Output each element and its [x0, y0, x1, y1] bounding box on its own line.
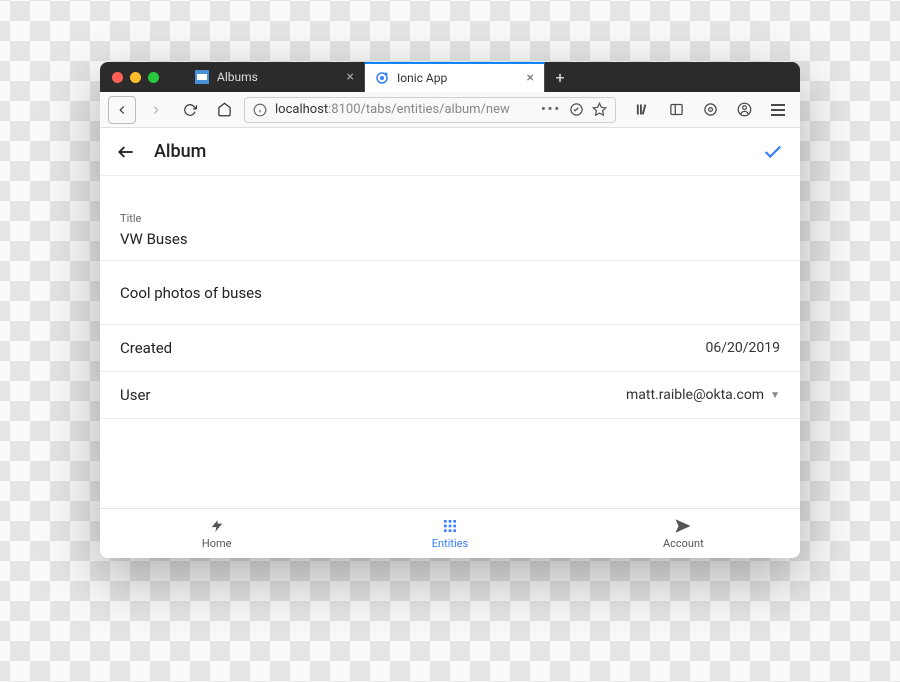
browser-tab-label: Ionic App: [397, 71, 447, 85]
browser-toolbar: localhost:8100/tabs/entities/album/new •…: [100, 92, 800, 128]
tab-label: Home: [202, 537, 232, 550]
flash-icon: [210, 517, 224, 535]
url-bar[interactable]: localhost:8100/tabs/entities/album/new •…: [244, 97, 616, 123]
back-button[interactable]: [108, 96, 136, 124]
apps-icon: [442, 517, 458, 535]
albums-favicon-icon: [195, 70, 209, 84]
user-select-value[interactable]: matt.raible@okta.com: [626, 387, 764, 403]
reload-button[interactable]: [176, 96, 204, 124]
save-button[interactable]: [762, 141, 784, 163]
new-tab-button[interactable]: +: [545, 62, 575, 92]
user-field[interactable]: User matt.raible@okta.com ▼: [100, 372, 800, 419]
browser-tab-label: Albums: [217, 70, 258, 84]
created-value[interactable]: 06/20/2019: [706, 340, 781, 356]
description-field[interactable]: Cool photos of buses: [100, 261, 800, 325]
tab-account[interactable]: Account: [567, 509, 800, 558]
tab-entities[interactable]: Entities: [333, 509, 566, 558]
home-button[interactable]: [210, 96, 238, 124]
url-text: localhost:8100/tabs/entities/album/new: [275, 102, 510, 117]
chevron-down-icon: ▼: [770, 390, 780, 401]
window-minimize-button[interactable]: [130, 72, 141, 83]
title-field[interactable]: Title VW Buses: [100, 202, 800, 261]
window-close-button[interactable]: [112, 72, 123, 83]
info-icon[interactable]: [253, 103, 267, 117]
bottom-tab-bar: Home Entities Account: [100, 508, 800, 558]
description-input[interactable]: Cool photos of buses: [120, 284, 262, 302]
extension-icon[interactable]: [696, 96, 724, 124]
close-icon[interactable]: ×: [347, 69, 354, 85]
browser-tab-albums[interactable]: Albums ×: [185, 62, 365, 92]
tab-home[interactable]: Home: [100, 509, 333, 558]
window-controls: [112, 72, 159, 83]
star-icon[interactable]: [592, 102, 607, 117]
form-content: Title VW Buses Cool photos of buses Crea…: [100, 176, 800, 508]
more-icon[interactable]: •••: [541, 102, 561, 117]
title-label: Title: [120, 212, 780, 225]
tab-label: Entities: [432, 537, 468, 550]
window-maximize-button[interactable]: [148, 72, 159, 83]
title-input[interactable]: VW Buses: [120, 230, 188, 248]
back-arrow-button[interactable]: [116, 142, 136, 162]
created-label: Created: [120, 339, 172, 357]
library-icon[interactable]: [628, 96, 656, 124]
browser-tab-ionic-app[interactable]: Ionic App ×: [365, 62, 545, 92]
browser-tab-bar: Albums × Ionic App × +: [100, 62, 800, 92]
forward-button[interactable]: [142, 96, 170, 124]
user-label: User: [120, 386, 151, 404]
sidebar-icon[interactable]: [662, 96, 690, 124]
app-header: Album: [100, 128, 800, 176]
ionic-favicon-icon: [375, 71, 389, 85]
created-field[interactable]: Created 06/20/2019: [100, 325, 800, 372]
tab-label: Account: [663, 537, 704, 550]
page-title: Album: [154, 141, 206, 162]
send-icon: [674, 517, 692, 535]
close-icon[interactable]: ×: [527, 70, 534, 86]
reader-icon[interactable]: [569, 102, 584, 117]
account-icon[interactable]: [730, 96, 758, 124]
menu-button[interactable]: [764, 96, 792, 124]
